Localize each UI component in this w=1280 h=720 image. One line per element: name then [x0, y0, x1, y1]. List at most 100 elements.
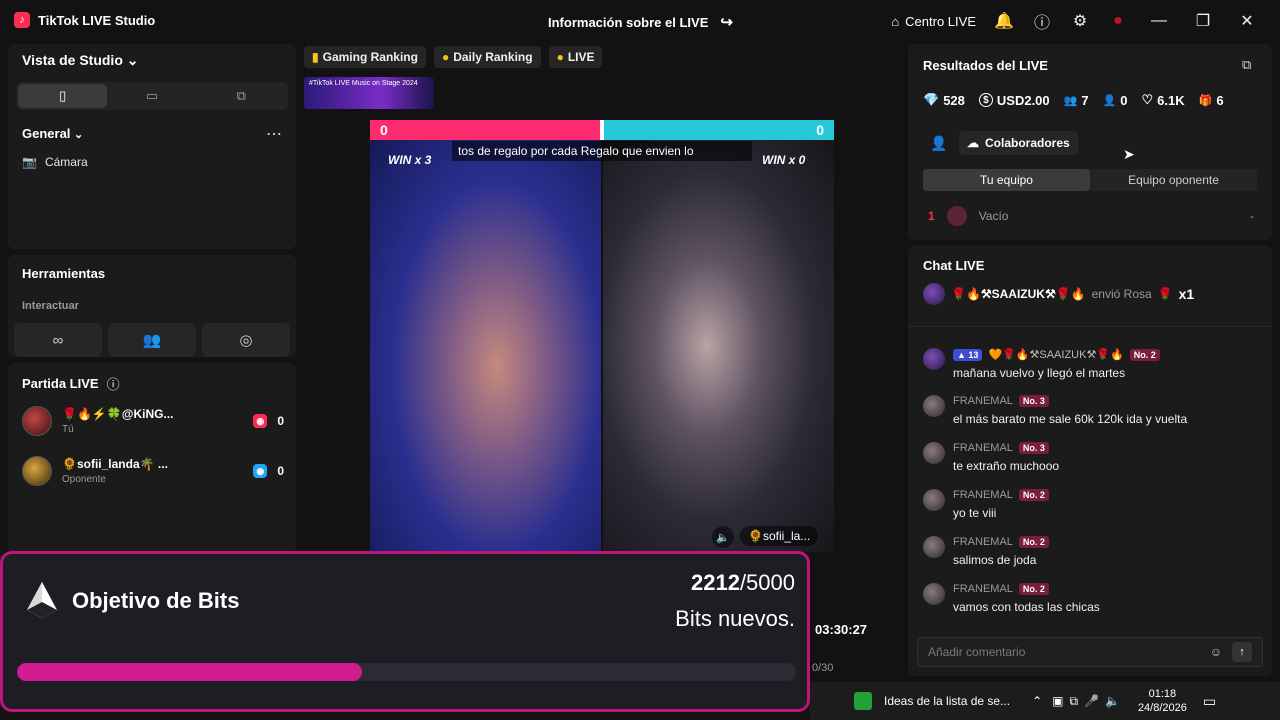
bits-goal-overlay: Objetivo de Bits 2212/5000 Bits nuevos.: [0, 551, 810, 712]
landscape-icon: ▭: [145, 88, 159, 103]
rank-badge: No. 2: [1018, 536, 1049, 548]
chat-message: ▲ 13 🧡🌹🔥⚒SAAIZUK⚒🌹🔥 No. 2 mañana vuelvo …: [923, 348, 1160, 380]
team-tabs: Tu equipo Equipo oponente: [923, 169, 1257, 191]
chat-username: FRANEMAL: [953, 442, 1013, 454]
avatar: [923, 395, 945, 417]
comment-placeholder: Añadir comentario: [928, 645, 1026, 659]
guests-tool-button[interactable]: 👥: [108, 323, 196, 357]
clock[interactable]: 01:18 24/8/2026: [1138, 687, 1187, 716]
live-info-header[interactable]: Información sobre el LIVE ↪: [548, 13, 733, 31]
chat-username: FRANEMAL: [953, 583, 1013, 595]
stat-likes: ♡ 6.1K: [1142, 92, 1185, 108]
event-banner[interactable]: #TikTok LIVE Music on Stage 2024: [304, 77, 434, 109]
chat-message: FRANEMAL No. 2 vamos con todas las chica…: [923, 583, 1100, 614]
chat-username: FRANEMAL: [953, 489, 1013, 501]
notifications-icon[interactable]: ▭: [1203, 693, 1216, 710]
comment-input[interactable]: Añadir comentario ☺ ↑: [917, 637, 1263, 667]
heart-icon: ♡: [1141, 92, 1154, 107]
host-video: [370, 140, 601, 552]
close-button[interactable]: ✕: [1234, 10, 1260, 32]
dual-screen-icon: ⧉: [236, 88, 246, 103]
live-ranking-chip[interactable]: ● LIVE: [548, 46, 603, 68]
minimize-button[interactable]: —: [1146, 10, 1172, 32]
score-right: 0: [604, 120, 834, 140]
chat-username: FRANEMAL: [953, 536, 1013, 548]
chat-user-line: ▲ 13 🧡🌹🔥⚒SAAIZUK⚒🌹🔥 No. 2: [953, 348, 1160, 361]
portrait-layout-button[interactable]: ▯: [18, 84, 108, 108]
tiktok-logo-icon: ♪: [14, 12, 30, 28]
bits-counter: 2212/5000: [691, 570, 795, 596]
maximize-button[interactable]: ❐: [1190, 10, 1216, 32]
centro-live-button[interactable]: ⌂ Centro LIVE: [891, 14, 976, 29]
general-scene-dropdown[interactable]: General ⌄: [22, 126, 83, 141]
pinned-gift-message: 🌹🔥⚒SAAIZUK⚒🌹🔥 envió Rosa 🌹 x1: [923, 283, 1194, 305]
bell-icon[interactable]: 🔔: [994, 11, 1014, 31]
popout-icon[interactable]: ⧉: [1242, 57, 1251, 73]
chat-message: FRANEMAL No. 3 te extraño muchooo: [923, 442, 1059, 473]
player-score-value: 0: [277, 414, 284, 428]
title-bar-actions: ⌂ Centro LIVE 🔔 ⓘ ⚙ ● — ❐ ✕: [891, 10, 1260, 32]
chat-message: FRANEMAL No. 2 yo te viii: [923, 489, 1049, 520]
centro-live-label: Centro LIVE: [905, 13, 976, 29]
opponent-name-tag[interactable]: 🌻sofii_la...: [740, 526, 819, 546]
send-button[interactable]: ↑: [1232, 642, 1252, 662]
dollar-icon: $: [978, 93, 993, 107]
target-icon: ◎: [239, 332, 253, 349]
share-icon[interactable]: ↪: [720, 13, 733, 31]
taskbar-window-label[interactable]: Ideas de la lista de se...: [884, 694, 1010, 708]
diamond-icon: 💎: [923, 92, 940, 107]
app-window-icon[interactable]: [854, 692, 872, 710]
daily-ranking-chip[interactable]: ● Daily Ranking: [433, 46, 541, 68]
gaming-ranking-chip[interactable]: ▮ Gaming Ranking: [304, 46, 426, 68]
volume-icon[interactable]: 🔈: [712, 526, 734, 548]
bits-progress-fill: [17, 663, 362, 681]
link-tool-button[interactable]: ∞: [14, 323, 102, 357]
clock-date: 24/8/2026: [1137, 702, 1187, 714]
score-left: 0: [370, 120, 600, 140]
score-tag-icon: ◉: [253, 464, 268, 478]
add-collaborator-icon[interactable]: 👤: [930, 135, 947, 152]
help-icon[interactable]: ⓘ: [1032, 11, 1052, 32]
users-icon: 👥: [142, 332, 162, 349]
player-score: ◉ 0: [253, 464, 284, 478]
chevron-down-icon: ⌄: [126, 52, 139, 68]
chat-username: 🧡🌹🔥⚒SAAIZUK⚒🌹🔥: [988, 349, 1124, 361]
pinned-count: x1: [1178, 286, 1195, 302]
tray-chevron-icon[interactable]: ⌃: [1032, 694, 1042, 708]
chip-label: Gaming Ranking: [322, 50, 418, 64]
landscape-layout-button[interactable]: ▭: [107, 84, 196, 108]
chat-text: salimos de joda: [953, 553, 1037, 567]
chat-user-line: FRANEMAL No. 3: [953, 442, 1059, 454]
stat-gifts: 🎁 6: [1199, 92, 1224, 108]
win-streak-left: WIN x 3: [388, 153, 432, 167]
stat-value: 7: [1081, 92, 1089, 108]
avatar: [923, 283, 945, 305]
tab-opponent-team[interactable]: Equipo oponente: [1090, 169, 1257, 191]
app-name: TikTok LIVE Studio: [38, 12, 156, 28]
tab-your-team[interactable]: Tu equipo: [923, 169, 1090, 191]
profile-avatar[interactable]: ●: [1108, 11, 1128, 31]
bits-current: 2212: [690, 570, 740, 595]
dual-layout-button[interactable]: ⧉: [197, 84, 286, 108]
team-member-name: Vacío: [978, 209, 1009, 223]
camera-source[interactable]: 📷 Cámara: [22, 155, 88, 169]
match-tool-button[interactable]: ◎: [202, 323, 290, 357]
coin-icon: ●: [556, 50, 564, 64]
collaborators-button[interactable]: ☁ Colaboradores: [959, 131, 1078, 155]
gear-icon[interactable]: ⚙: [1070, 11, 1090, 31]
info-icon[interactable]: ⓘ: [107, 374, 120, 393]
player-score-value: 0: [277, 464, 284, 478]
chat-divider: [908, 326, 1272, 327]
emoji-icon[interactable]: ☺: [1210, 645, 1222, 659]
stat-value: 528: [943, 92, 965, 108]
mouse-cursor-icon: ➤: [1123, 146, 1135, 162]
more-options-icon[interactable]: ⋯: [266, 124, 282, 144]
stat-diamonds: 💎 528: [923, 92, 965, 108]
slot-count: 0/30: [812, 662, 834, 674]
new-followers-icon: 👤: [1102, 94, 1117, 107]
team-row: 1 Vacío -: [928, 206, 1254, 226]
chat-text: vamos con todas las chicas: [953, 600, 1100, 614]
live-match-panel: Partida LIVE ⓘ 🌹🔥⚡🍀@KiNG... Tú ◉ 0 🌻sofi…: [8, 363, 296, 553]
studio-view-dropdown[interactable]: Vista de Studio ⌄: [22, 52, 139, 69]
bits-progress-track: [17, 663, 796, 681]
